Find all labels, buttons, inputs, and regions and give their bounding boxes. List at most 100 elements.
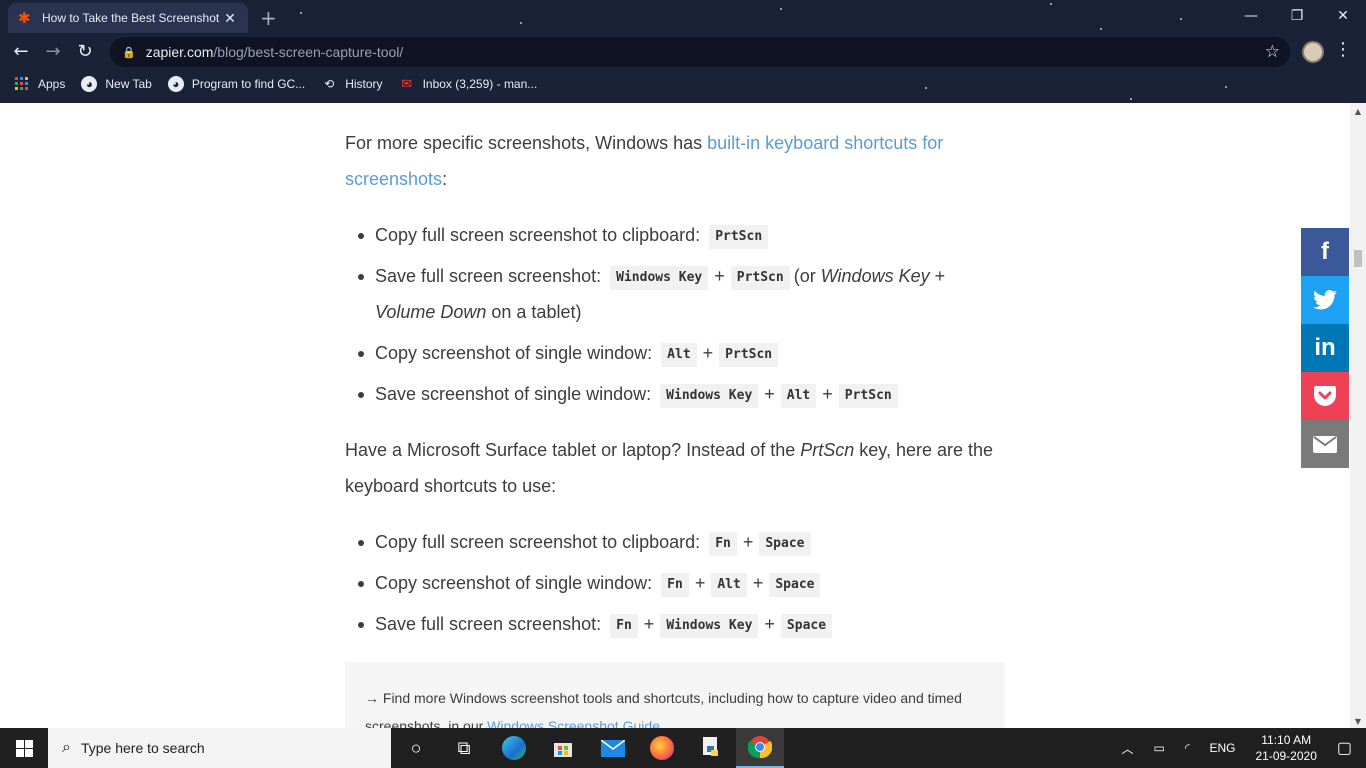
browser-tab[interactable]: ✱ How to Take the Best Screenshot ✕ (8, 3, 248, 33)
bookmark-label: Inbox (3,259) - man... (422, 77, 538, 91)
apps-grid-icon (14, 76, 30, 92)
shortcut-list-windows: Copy full screen screenshot to clipboard… (358, 217, 1005, 417)
key-code: Windows Key (660, 614, 759, 638)
list-item: Save full screen screenshot: Fn + Windows … (358, 606, 1005, 642)
language-indicator[interactable]: ENG (1209, 741, 1235, 755)
key-code: Alt (711, 573, 747, 597)
vertical-scrollbar[interactable]: ▲ ▼ (1350, 103, 1366, 728)
bookmark-label: Apps (38, 77, 66, 91)
paragraph-text: Have a Microsoft Surface tablet or lapto… (345, 440, 801, 460)
plus-sign: + (643, 614, 655, 634)
close-window-button[interactable]: ✕ (1320, 4, 1366, 28)
list-item-text: Save full screen screenshot: (375, 614, 602, 634)
bg-star (300, 12, 302, 14)
email-share-button[interactable] (1301, 420, 1349, 468)
envelope-icon (1313, 435, 1337, 453)
key-code: PrtScn (719, 343, 779, 367)
notification-icon[interactable]: ▢ (1337, 738, 1352, 758)
pocket-share-button[interactable] (1301, 372, 1349, 420)
list-item-text: Save full screen screenshot: (375, 266, 602, 286)
python-file-icon[interactable] (687, 728, 735, 768)
emphasis-text: PrtScn (800, 440, 855, 460)
bookmark-history[interactable]: ⟲ History (321, 76, 382, 92)
battery-icon[interactable]: ▭ (1153, 741, 1164, 755)
bookmark-star-icon[interactable]: ☆ (1265, 42, 1280, 62)
list-item-text: Copy full screen screenshot to clipboard… (375, 532, 701, 552)
scrollbar-thumb[interactable] (1354, 250, 1362, 267)
chevron-up-icon[interactable]: ︿ (1121, 740, 1133, 757)
navigation-bar: ← → ↻ 🔒 zapier.com/blog/best-screen-capt… (0, 37, 1366, 67)
list-item: Save screenshot of single window: Window… (358, 376, 1005, 412)
close-tab-icon[interactable]: ✕ (222, 10, 238, 27)
task-view-icon[interactable]: ⧉ (440, 728, 488, 768)
bookmark-apps[interactable]: Apps (14, 76, 65, 92)
back-arrow-icon[interactable]: ← (8, 39, 34, 65)
bookmark-new-tab[interactable]: ◕ New Tab (81, 76, 152, 92)
start-button[interactable] (0, 728, 48, 768)
list-item-text: Save screenshot of single window: (375, 384, 652, 404)
scroll-up-icon[interactable]: ▲ (1350, 107, 1366, 116)
zapier-asterisk-icon: ✱ (18, 10, 31, 27)
windows-logo-icon (15, 739, 33, 757)
list-item: Copy full screen screenshot to clipboard… (358, 524, 1005, 560)
address-bar[interactable]: 🔒 zapier.com/blog/best-screen-capture-to… (110, 37, 1290, 67)
twitter-share-button[interactable] (1301, 276, 1349, 324)
bg-star (780, 8, 782, 10)
intro-paragraph: For more specific screenshots, Windows h… (345, 125, 1010, 197)
scroll-down-icon[interactable]: ▼ (1350, 717, 1366, 726)
edge-browser-icon[interactable] (490, 728, 538, 768)
linkedin-icon: in (1314, 334, 1336, 361)
facebook-icon: f (1321, 238, 1329, 265)
clock-date: 21-09-2020 (1255, 749, 1317, 763)
list-item-text: Copy full screen screenshot to clipboard… (375, 225, 701, 245)
list-item: Copy full screen screenshot to clipboard… (358, 217, 1005, 253)
restore-button[interactable]: ❐ (1274, 4, 1320, 28)
wifi-icon[interactable]: ◜ (1185, 741, 1190, 755)
minimize-button[interactable]: — (1228, 4, 1274, 28)
microsoft-store-icon[interactable] (539, 728, 587, 768)
cortana-icon[interactable]: ○ (392, 728, 440, 768)
bookmark-label: Program to find GC... (191, 77, 306, 91)
linkedin-share-button[interactable]: in (1301, 324, 1349, 372)
key-code: Space (780, 614, 833, 638)
key-code: PrtScn (730, 266, 790, 290)
key-code: Fn (610, 614, 638, 638)
search-placeholder: Type here to search (80, 740, 205, 756)
clock[interactable]: 11:10 AM 21-09-2020 (1255, 732, 1316, 764)
key-code: Space (759, 532, 811, 556)
list-item-text: on a tablet) (486, 302, 582, 322)
bg-star (1180, 18, 1182, 20)
key-code: Alt (661, 343, 697, 367)
search-icon: ⌕ (62, 739, 71, 756)
facebook-share-button[interactable]: f (1301, 228, 1349, 276)
reload-icon[interactable]: ↻ (72, 39, 98, 65)
url-path: /blog/best-screen-capture-tool/ (213, 44, 404, 60)
windows-taskbar: ⌕ Type here to search ○ ⧉ ︿ ▭ ◜ ENG 11:1… (0, 728, 1366, 768)
pocket-icon (1314, 386, 1336, 406)
forward-arrow-icon[interactable]: → (40, 39, 66, 65)
firefox-icon[interactable] (638, 728, 686, 768)
new-tab-button[interactable]: + (260, 6, 277, 30)
chrome-taskbar-icon[interactable] (736, 728, 784, 768)
list-item: Copy screenshot of single window: Fn + Alt… (358, 565, 1005, 601)
mail-icon[interactable] (589, 728, 637, 768)
callout-text: . (659, 718, 664, 728)
globe-icon: ◕ (167, 76, 184, 92)
key-code: Fn (709, 532, 737, 556)
key-code: PrtScn (838, 384, 898, 408)
bookmark-inbox[interactable]: ✉ Inbox (3,259) - man... (399, 76, 538, 92)
gmail-icon: ✉ (401, 76, 413, 91)
emphasis-text: Volume Down (375, 302, 487, 322)
more-menu-icon[interactable]: ⋮ (1334, 39, 1352, 60)
plus-sign: + (764, 384, 775, 404)
screenshot-guide-link[interactable]: Windows Screenshot Guide (487, 718, 660, 728)
history-icon: ⟲ (324, 77, 335, 91)
key-code: PrtScn (709, 225, 769, 249)
profile-avatar[interactable] (1302, 41, 1324, 63)
bookmarks-bar: Apps ◕ New Tab ◕ Program to find GC... ⟲… (0, 73, 1366, 95)
list-item-text: Copy screenshot of single window: (375, 573, 653, 593)
key-code: Windows Key (660, 384, 759, 408)
bookmark-program-gc[interactable]: ◕ Program to find GC... (167, 76, 306, 92)
taskbar-search-box[interactable]: ⌕ Type here to search (48, 728, 391, 768)
key-code: Alt (780, 384, 817, 408)
